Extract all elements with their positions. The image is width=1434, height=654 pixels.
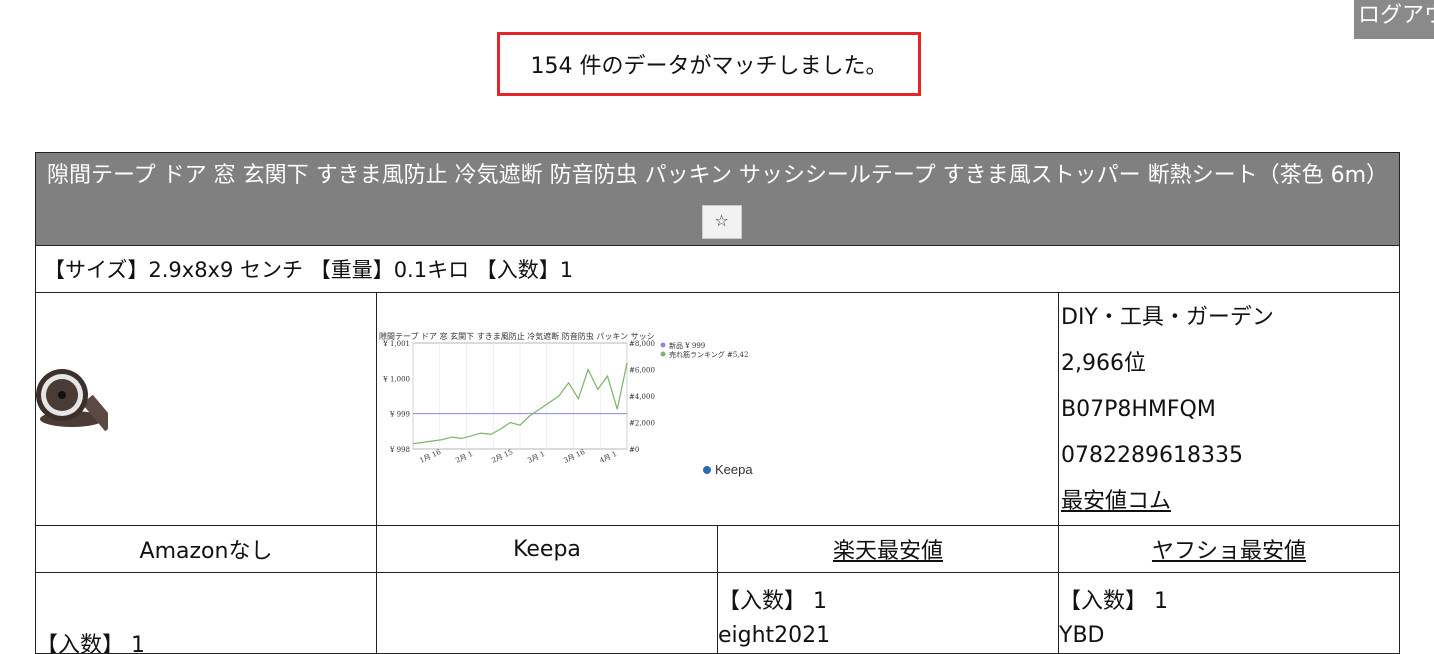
- product-image-cell: [35, 292, 377, 526]
- chart-y-right-tick: #0: [629, 446, 639, 454]
- chart-y-left-tick: ¥ 1,000: [382, 375, 410, 383]
- rakuten-shop: eight2021: [718, 623, 831, 648]
- favorite-star-button[interactable]: ☆: [701, 205, 742, 239]
- chart-y-left-tick: ¥ 1,001: [382, 340, 410, 348]
- chart-legend-label: 売れ筋ランキング #5,42: [669, 350, 748, 359]
- chart-x-tick: 3月 16: [562, 448, 586, 465]
- product-category: DIY・工具・ガーデン: [1061, 305, 1274, 330]
- rakuten-detail-cell: 【入数】 1 eight2021: [717, 572, 1059, 654]
- product-table: 隙間テープ ドア 窓 玄関下 すきま風防止 冷気遮断 防音防虫 パッキン サッシ…: [35, 152, 1400, 654]
- chart-y-right-tick: #8,000: [629, 340, 655, 348]
- chart-x-tick: 2月 15: [490, 448, 514, 465]
- chart-x-tick: 1月 16: [418, 448, 442, 465]
- asin: B07P8HMFQM: [1061, 397, 1216, 422]
- amazon-status: Amazonなし: [35, 525, 377, 573]
- rakuten-quantity: 【入数】 1: [718, 589, 828, 614]
- chart-legend-label: 新品 ¥ 999: [669, 341, 705, 350]
- left-quantity: 【入数】 1: [36, 633, 146, 654]
- chart-y-right-tick: #4,000: [629, 393, 655, 401]
- yahoo-quantity: 【入数】 1: [1059, 589, 1169, 614]
- product-spec: 【サイズ】2.9x8x9 センチ 【重量】0.1キロ 【入数】1: [35, 245, 1400, 293]
- chart-y-left-tick: ¥ 999: [389, 411, 410, 419]
- keepa-detail-cell: [376, 572, 718, 654]
- chart-legend-marker: [660, 342, 666, 348]
- chart-y-right-tick: #6,000: [629, 367, 655, 375]
- chart-x-tick: 2月 1: [454, 450, 474, 465]
- chart-title: 隙間テープ ドア 窓 玄関下 すきま風防止 冷気遮断 防音防虫 パッキン サッシ: [379, 331, 655, 341]
- keepa-label: Keepa: [376, 525, 718, 573]
- chart-x-tick: 3月 1: [526, 450, 546, 465]
- chart-y-left-tick: ¥ 998: [389, 446, 410, 454]
- match-count-banner: 154 件のデータがマッチしました。: [497, 32, 921, 96]
- cheapest-com-link[interactable]: 最安値コム: [1061, 489, 1171, 514]
- rakuten-cheapest-link[interactable]: 楽天最安値: [833, 539, 943, 564]
- chart-x-tick: 4月 1: [598, 450, 618, 465]
- match-count-text: 154 件のデータがマッチしました。: [530, 54, 888, 79]
- yahoo-detail-cell: 【入数】 1 YBD: [1058, 572, 1400, 654]
- keepa-price-chart: 隙間テープ ドア 窓 玄関下 すきま風防止 冷気遮断 防音防虫 パッキン サッシ…: [379, 331, 753, 477]
- product-title: 隙間テープ ドア 窓 玄関下 すきま風防止 冷気遮断 防音防虫 パッキン サッシ…: [46, 163, 1389, 188]
- keepa-brand: Keepa: [715, 462, 753, 477]
- keepa-chart-cell: 隙間テープ ドア 窓 玄関下 すきま風防止 冷気遮断 防音防虫 パッキン サッシ…: [376, 292, 1059, 526]
- chart-y-right-tick: #2,000: [629, 420, 655, 428]
- sales-rank: 2,966位: [1061, 351, 1146, 376]
- jan-code: 0782289618335: [1061, 443, 1243, 468]
- keepa-logo-icon: [703, 466, 711, 474]
- yahoo-cheapest-link[interactable]: ヤフショ最安値: [1152, 539, 1306, 564]
- product-info-cell: DIY・工具・ガーデン 2,966位 B07P8HMFQM 0782289618…: [1058, 292, 1400, 526]
- product-image: [36, 369, 108, 432]
- product-title-cell: 隙間テープ ドア 窓 玄関下 すきま風防止 冷気遮断 防音防虫 パッキン サッシ…: [35, 152, 1400, 246]
- logout-button[interactable]: ログアウト: [1354, 0, 1434, 39]
- left-detail-cell: 【入数】 1: [35, 572, 377, 654]
- yahoo-shop: YBD: [1059, 623, 1105, 648]
- chart-legend-marker: [660, 351, 666, 357]
